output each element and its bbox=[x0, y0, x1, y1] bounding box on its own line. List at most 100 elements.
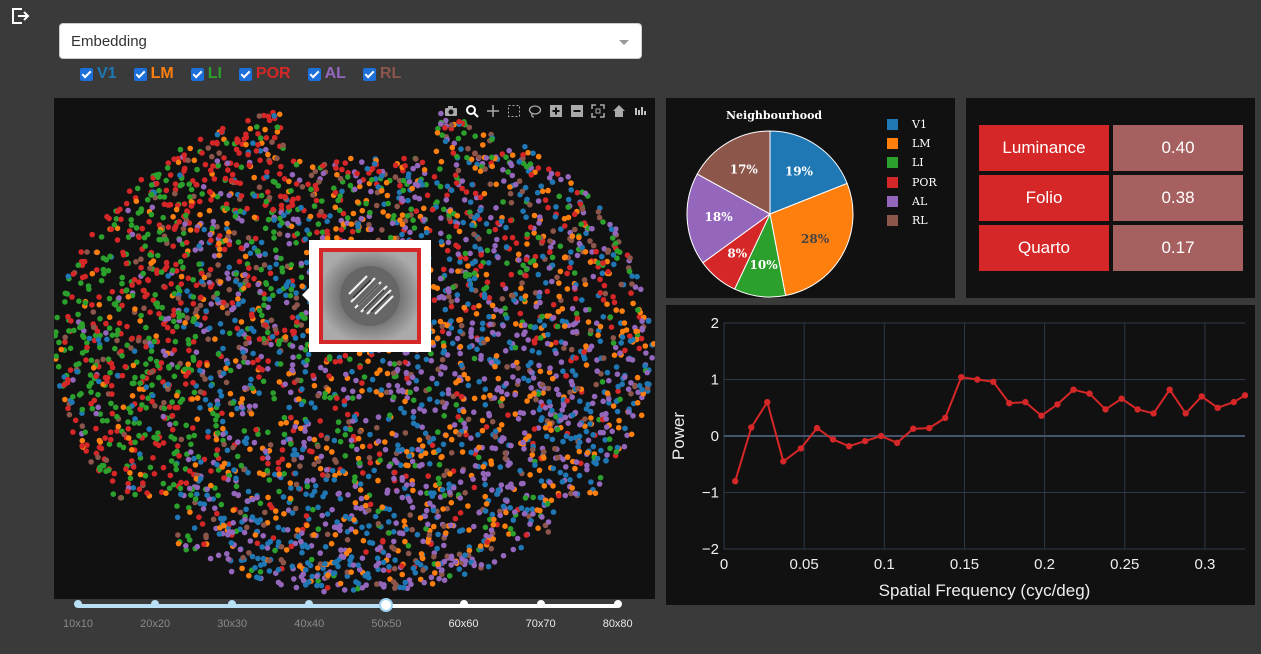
power-line bbox=[734, 376, 1246, 482]
scatter-point bbox=[313, 186, 320, 192]
pan-icon[interactable] bbox=[486, 104, 500, 118]
scatter-point bbox=[304, 483, 311, 490]
checkbox-box[interactable] bbox=[307, 67, 321, 81]
scatter-point bbox=[124, 488, 131, 495]
scatter-point bbox=[564, 286, 571, 292]
scatter-point bbox=[593, 248, 599, 255]
slider-tick[interactable] bbox=[74, 600, 82, 608]
scatter-point bbox=[246, 550, 252, 556]
scatter-point bbox=[421, 205, 427, 212]
power-spectrum-chart[interactable]: 0 0.05 0.1 0.15 0.2 0.25 0.3210−1−2Spatial Fre… bbox=[666, 305, 1255, 605]
slider-tick[interactable] bbox=[536, 600, 545, 608]
scatter-point bbox=[139, 394, 146, 401]
scatter-point bbox=[465, 416, 472, 423]
scatter-point bbox=[434, 399, 441, 405]
scatter-point bbox=[468, 329, 474, 336]
slider-tick[interactable] bbox=[613, 600, 622, 608]
scatter-point bbox=[499, 396, 506, 402]
slider-handle[interactable] bbox=[379, 598, 393, 612]
slider-label[interactable]: 40x40 bbox=[294, 618, 324, 630]
scatter-point bbox=[293, 481, 300, 488]
slider-label[interactable]: 20x20 bbox=[140, 618, 170, 630]
autoscale-icon[interactable] bbox=[591, 104, 605, 118]
legend-item-li[interactable]: LI bbox=[887, 153, 937, 172]
scatter-point bbox=[568, 435, 574, 442]
box-select-icon[interactable] bbox=[507, 104, 521, 118]
scatter-point bbox=[522, 495, 529, 501]
scatter-point bbox=[595, 209, 602, 215]
checkbox-por[interactable]: POR bbox=[238, 65, 291, 83]
scatter-point bbox=[111, 301, 118, 307]
zoom-in-icon[interactable] bbox=[549, 104, 563, 118]
scatter-point bbox=[557, 412, 564, 419]
checkbox-box[interactable] bbox=[362, 67, 376, 81]
scatter-point bbox=[324, 584, 331, 591]
checkbox-li[interactable]: LI bbox=[190, 65, 222, 83]
embedding-scatter-plot[interactable] bbox=[54, 98, 655, 599]
scatter-point bbox=[202, 161, 209, 168]
checkbox-v1[interactable]: V1 bbox=[80, 65, 117, 83]
scatter-point bbox=[141, 234, 148, 241]
home-icon[interactable] bbox=[612, 104, 626, 118]
scatter-point bbox=[313, 197, 320, 204]
legend-item-por[interactable]: POR bbox=[887, 173, 937, 192]
lasso-select-icon[interactable] bbox=[528, 104, 542, 118]
scatter-point bbox=[599, 270, 606, 277]
scatter-point bbox=[227, 390, 234, 397]
checkbox-rl[interactable]: RL bbox=[362, 65, 401, 83]
scatter-point bbox=[622, 347, 628, 354]
slider-label[interactable]: 80x80 bbox=[603, 618, 633, 630]
scatter-point bbox=[452, 559, 459, 565]
scatter-point bbox=[380, 358, 386, 364]
legend-item-rl[interactable]: RL bbox=[887, 211, 937, 230]
exit-icon[interactable] bbox=[9, 5, 31, 27]
pie-chart[interactable]: 19%28%10%8%18%17% bbox=[666, 98, 886, 298]
legend-item-lm[interactable]: LM bbox=[887, 134, 937, 153]
scatter-point bbox=[441, 472, 447, 479]
scatter-point bbox=[207, 266, 214, 273]
scatter-point bbox=[629, 281, 635, 287]
scatter-point bbox=[164, 324, 171, 331]
scatter-point bbox=[491, 516, 497, 523]
scatter-point bbox=[258, 266, 264, 273]
scatter-point bbox=[197, 405, 203, 411]
scatter-point bbox=[257, 157, 263, 164]
chevron-down-icon[interactable] bbox=[619, 40, 629, 45]
scatter-point bbox=[448, 325, 455, 331]
plotly-logo-icon[interactable] bbox=[633, 104, 647, 118]
slider-label[interactable]: 60x60 bbox=[449, 618, 479, 630]
scatter-point bbox=[454, 391, 460, 397]
scatter-point bbox=[66, 411, 73, 418]
scatter-point bbox=[213, 422, 219, 429]
checkbox-box[interactable] bbox=[133, 67, 147, 81]
scatter-point bbox=[144, 490, 150, 496]
slider-label[interactable]: 50x50 bbox=[371, 618, 401, 630]
zoom-icon[interactable] bbox=[465, 104, 479, 118]
slider-label[interactable]: 10x10 bbox=[63, 618, 93, 630]
slider-tick[interactable] bbox=[459, 600, 468, 608]
scatter-point bbox=[469, 222, 475, 228]
checkbox-box[interactable] bbox=[80, 67, 93, 81]
scatter-point bbox=[409, 504, 416, 511]
checkbox-al[interactable]: AL bbox=[307, 65, 346, 83]
scatter-point bbox=[504, 260, 510, 266]
slider-label[interactable]: 30x30 bbox=[217, 618, 247, 630]
checkbox-box[interactable] bbox=[190, 67, 204, 81]
scatter-point bbox=[276, 341, 282, 347]
scatter-point bbox=[587, 238, 593, 244]
power-spectrum-panel: 0 0.05 0.1 0.15 0.2 0.25 0.3 2 1 0 −1 −2 Spatial Fre… bbox=[666, 305, 1255, 605]
camera-icon[interactable] bbox=[444, 104, 458, 118]
zoom-out-icon[interactable] bbox=[570, 104, 584, 118]
scatter-point bbox=[546, 265, 553, 271]
scatter-point bbox=[165, 381, 171, 388]
legend-item-v1[interactable]: V1 bbox=[887, 115, 937, 134]
scatter-point bbox=[554, 274, 560, 281]
scatter-point bbox=[423, 483, 430, 490]
scatter-point bbox=[137, 471, 144, 478]
checkbox-box[interactable] bbox=[238, 67, 252, 81]
scatter-point bbox=[163, 236, 169, 243]
legend-item-al[interactable]: AL bbox=[887, 192, 937, 211]
embedding-dropdown[interactable]: Embedding bbox=[59, 23, 642, 59]
checkbox-lm[interactable]: LM bbox=[133, 65, 174, 83]
slider-label[interactable]: 70x70 bbox=[526, 618, 556, 630]
